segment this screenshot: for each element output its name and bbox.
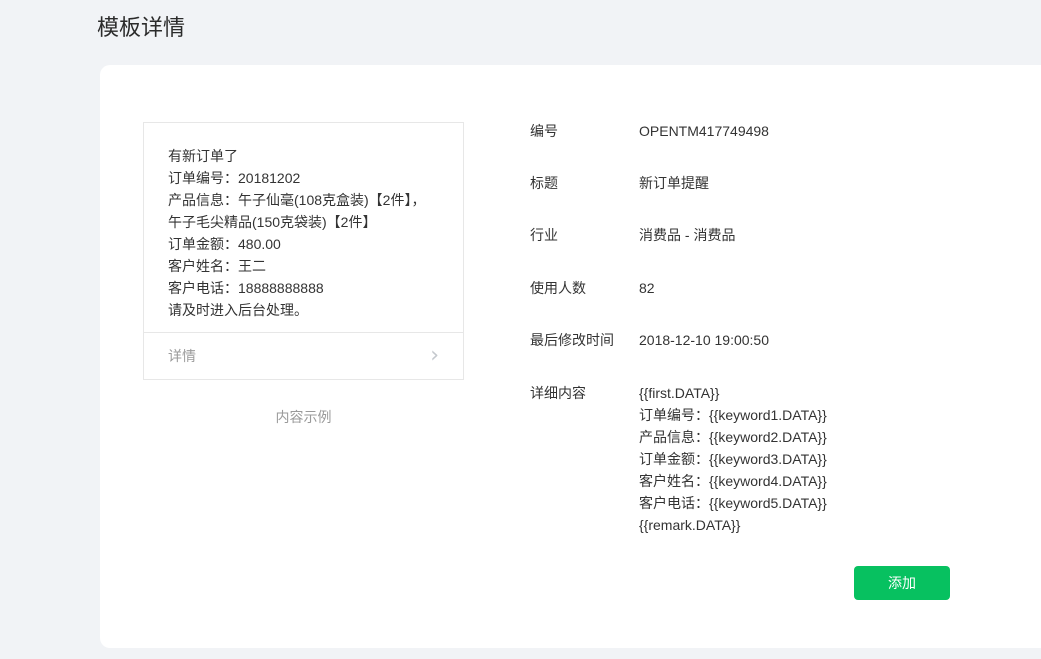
chevron-right-icon: › — [430, 342, 439, 368]
field-value-id: OPENTM417749498 — [639, 123, 769, 139]
template-detail-page: 模板详情 有新订单了 订单编号：20181202 产品信息：午子仙毫(108克盒… — [0, 0, 1041, 659]
preview-line-customer-phone: 客户电话：18888888888 — [168, 280, 324, 296]
field-label-content: 详细内容 — [530, 385, 586, 401]
preview-line-customer-name: 客户姓名：王二 — [168, 258, 266, 274]
preview-detail-row: 详情 › — [144, 332, 463, 378]
content-line-first: {{first.DATA}} — [639, 385, 720, 401]
field-label-title: 标题 — [530, 175, 558, 191]
preview-caption: 内容示例 — [275, 409, 332, 425]
preview-line-order-no: 订单编号：20181202 — [168, 170, 301, 186]
content-line-remark: {{remark.DATA}} — [639, 517, 741, 533]
preview-line-amount: 订单金额：480.00 — [168, 236, 281, 252]
field-row-user-count: 使用人数 82 — [530, 280, 655, 296]
field-value-content: {{first.DATA}} 订单编号：{{keyword1.DATA}} 产品… — [639, 382, 827, 536]
content-line-keyword1: 订单编号：{{keyword1.DATA}} — [639, 407, 827, 423]
preview-line-product-info: 产品信息：午子仙毫(108克盒装)【2件】， — [168, 192, 426, 208]
field-label-user-count: 使用人数 — [530, 280, 586, 296]
add-button[interactable]: 添加 — [854, 566, 950, 600]
preview-detail-label: 详情 — [168, 347, 196, 364]
field-label-industry: 行业 — [530, 227, 558, 243]
field-value-modified-time: 2018-12-10 19:00:50 — [639, 332, 769, 348]
content-line-keyword5: 客户电话：{{keyword5.DATA}} — [639, 495, 827, 511]
field-value-title: 新订单提醒 — [639, 175, 709, 191]
field-row-modified-time: 最后修改时间 2018-12-10 19:00:50 — [530, 332, 769, 348]
field-value-industry: 消费品 - 消费品 — [639, 227, 736, 243]
field-row-industry: 行业 消费品 - 消费品 — [530, 227, 735, 243]
page-title: 模板详情 — [97, 15, 186, 40]
preview-line-first: 有新订单了 — [168, 148, 238, 164]
field-row-content: 详细内容 {{first.DATA}} 订单编号：{{keyword1.DATA… — [530, 385, 827, 536]
field-label-modified-time: 最后修改时间 — [530, 332, 614, 348]
preview-line-product-info-2: 午子毛尖精品(150克袋装)【2件】 — [168, 214, 377, 230]
content-line-keyword4: 客户姓名：{{keyword4.DATA}} — [639, 473, 827, 489]
content-panel: 有新订单了 订单编号：20181202 产品信息：午子仙毫(108克盒装)【2件… — [100, 65, 1041, 648]
content-line-keyword2: 产品信息：{{keyword2.DATA}} — [639, 429, 827, 445]
field-row-id: 编号 OPENTM417749498 — [530, 123, 769, 139]
preview-message-body: 有新订单了 订单编号：20181202 产品信息：午子仙毫(108克盒装)【2件… — [144, 123, 463, 332]
template-preview-card: 有新订单了 订单编号：20181202 产品信息：午子仙毫(108克盒装)【2件… — [143, 122, 464, 380]
field-row-title: 标题 新订单提醒 — [530, 175, 709, 191]
field-value-user-count: 82 — [639, 280, 655, 296]
field-label-id: 编号 — [530, 123, 558, 139]
content-line-keyword3: 订单金额：{{keyword3.DATA}} — [639, 451, 827, 467]
preview-line-remark: 请及时进入后台处理。 — [168, 302, 308, 318]
